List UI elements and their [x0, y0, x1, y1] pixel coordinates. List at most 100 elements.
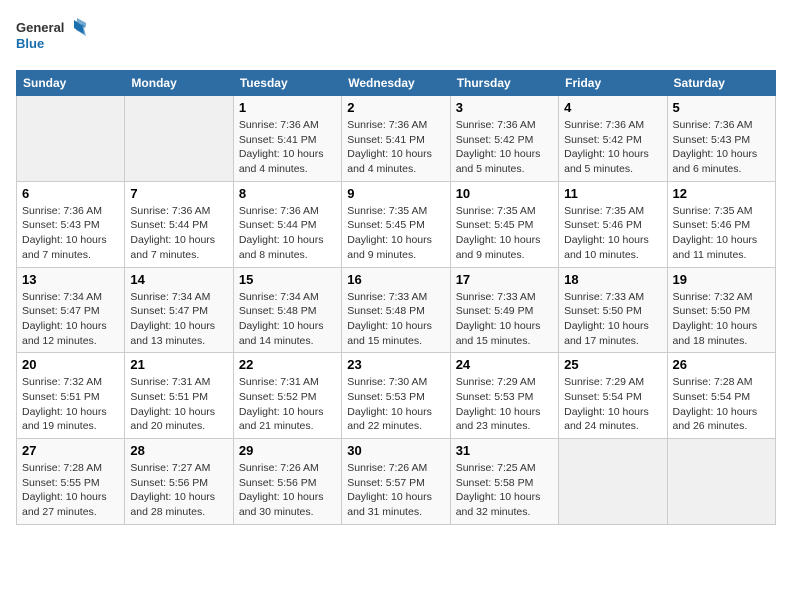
- sunrise-text: Sunrise: 7:29 AM: [564, 375, 661, 390]
- calendar-cell: 23 Sunrise: 7:30 AM Sunset: 5:53 PM Dayl…: [342, 353, 450, 439]
- day-number: 28: [130, 443, 227, 458]
- calendar-cell: 2 Sunrise: 7:36 AM Sunset: 5:41 PM Dayli…: [342, 96, 450, 182]
- day-number: 23: [347, 357, 444, 372]
- day-info: Sunrise: 7:32 AM Sunset: 5:51 PM Dayligh…: [22, 375, 119, 434]
- sunset-text: Sunset: 5:42 PM: [456, 133, 553, 148]
- svg-text:Blue: Blue: [16, 36, 44, 51]
- day-info: Sunrise: 7:34 AM Sunset: 5:47 PM Dayligh…: [130, 290, 227, 349]
- weekday-header-tuesday: Tuesday: [233, 71, 341, 96]
- day-info: Sunrise: 7:33 AM Sunset: 5:50 PM Dayligh…: [564, 290, 661, 349]
- calendar-cell: 27 Sunrise: 7:28 AM Sunset: 5:55 PM Dayl…: [17, 439, 125, 525]
- day-info: Sunrise: 7:36 AM Sunset: 5:43 PM Dayligh…: [22, 204, 119, 263]
- calendar-cell: 14 Sunrise: 7:34 AM Sunset: 5:47 PM Dayl…: [125, 267, 233, 353]
- day-info: Sunrise: 7:36 AM Sunset: 5:41 PM Dayligh…: [347, 118, 444, 177]
- calendar-cell: 24 Sunrise: 7:29 AM Sunset: 5:53 PM Dayl…: [450, 353, 558, 439]
- sunset-text: Sunset: 5:53 PM: [347, 390, 444, 405]
- day-number: 25: [564, 357, 661, 372]
- weekday-header-thursday: Thursday: [450, 71, 558, 96]
- sunset-text: Sunset: 5:45 PM: [347, 218, 444, 233]
- day-number: 1: [239, 100, 336, 115]
- calendar-cell: [125, 96, 233, 182]
- daylight-text: Daylight: 10 hours and 12 minutes.: [22, 319, 119, 348]
- calendar-cell: 11 Sunrise: 7:35 AM Sunset: 5:46 PM Dayl…: [559, 181, 667, 267]
- day-info: Sunrise: 7:26 AM Sunset: 5:56 PM Dayligh…: [239, 461, 336, 520]
- daylight-text: Daylight: 10 hours and 22 minutes.: [347, 405, 444, 434]
- calendar-table: SundayMondayTuesdayWednesdayThursdayFrid…: [16, 70, 776, 525]
- sunrise-text: Sunrise: 7:32 AM: [22, 375, 119, 390]
- daylight-text: Daylight: 10 hours and 20 minutes.: [130, 405, 227, 434]
- sunrise-text: Sunrise: 7:30 AM: [347, 375, 444, 390]
- calendar-cell: 1 Sunrise: 7:36 AM Sunset: 5:41 PM Dayli…: [233, 96, 341, 182]
- sunset-text: Sunset: 5:41 PM: [347, 133, 444, 148]
- day-number: 13: [22, 272, 119, 287]
- calendar-header: SundayMondayTuesdayWednesdayThursdayFrid…: [17, 71, 776, 96]
- day-info: Sunrise: 7:33 AM Sunset: 5:48 PM Dayligh…: [347, 290, 444, 349]
- calendar-cell: 12 Sunrise: 7:35 AM Sunset: 5:46 PM Dayl…: [667, 181, 775, 267]
- day-number: 12: [673, 186, 770, 201]
- calendar-cell: 15 Sunrise: 7:34 AM Sunset: 5:48 PM Dayl…: [233, 267, 341, 353]
- sunrise-text: Sunrise: 7:31 AM: [239, 375, 336, 390]
- weekday-header-saturday: Saturday: [667, 71, 775, 96]
- sunrise-text: Sunrise: 7:26 AM: [347, 461, 444, 476]
- calendar-cell: 25 Sunrise: 7:29 AM Sunset: 5:54 PM Dayl…: [559, 353, 667, 439]
- daylight-text: Daylight: 10 hours and 17 minutes.: [564, 319, 661, 348]
- sunset-text: Sunset: 5:52 PM: [239, 390, 336, 405]
- day-number: 8: [239, 186, 336, 201]
- sunrise-text: Sunrise: 7:36 AM: [456, 118, 553, 133]
- day-number: 30: [347, 443, 444, 458]
- daylight-text: Daylight: 10 hours and 15 minutes.: [456, 319, 553, 348]
- day-info: Sunrise: 7:31 AM Sunset: 5:52 PM Dayligh…: [239, 375, 336, 434]
- day-number: 9: [347, 186, 444, 201]
- sunrise-text: Sunrise: 7:36 AM: [130, 204, 227, 219]
- day-number: 15: [239, 272, 336, 287]
- sunset-text: Sunset: 5:54 PM: [564, 390, 661, 405]
- calendar-cell: 9 Sunrise: 7:35 AM Sunset: 5:45 PM Dayli…: [342, 181, 450, 267]
- daylight-text: Daylight: 10 hours and 14 minutes.: [239, 319, 336, 348]
- sunrise-text: Sunrise: 7:25 AM: [456, 461, 553, 476]
- day-number: 24: [456, 357, 553, 372]
- sunrise-text: Sunrise: 7:33 AM: [456, 290, 553, 305]
- calendar-cell: 28 Sunrise: 7:27 AM Sunset: 5:56 PM Dayl…: [125, 439, 233, 525]
- calendar-body: 1 Sunrise: 7:36 AM Sunset: 5:41 PM Dayli…: [17, 96, 776, 525]
- calendar-cell: 29 Sunrise: 7:26 AM Sunset: 5:56 PM Dayl…: [233, 439, 341, 525]
- calendar-cell: 4 Sunrise: 7:36 AM Sunset: 5:42 PM Dayli…: [559, 96, 667, 182]
- daylight-text: Daylight: 10 hours and 23 minutes.: [456, 405, 553, 434]
- calendar-cell: 8 Sunrise: 7:36 AM Sunset: 5:44 PM Dayli…: [233, 181, 341, 267]
- calendar-week-1: 1 Sunrise: 7:36 AM Sunset: 5:41 PM Dayli…: [17, 96, 776, 182]
- day-info: Sunrise: 7:35 AM Sunset: 5:46 PM Dayligh…: [564, 204, 661, 263]
- sunset-text: Sunset: 5:48 PM: [239, 304, 336, 319]
- day-number: 18: [564, 272, 661, 287]
- day-number: 17: [456, 272, 553, 287]
- calendar-cell: 21 Sunrise: 7:31 AM Sunset: 5:51 PM Dayl…: [125, 353, 233, 439]
- daylight-text: Daylight: 10 hours and 27 minutes.: [22, 490, 119, 519]
- day-info: Sunrise: 7:31 AM Sunset: 5:51 PM Dayligh…: [130, 375, 227, 434]
- sunset-text: Sunset: 5:47 PM: [22, 304, 119, 319]
- sunrise-text: Sunrise: 7:34 AM: [22, 290, 119, 305]
- day-info: Sunrise: 7:32 AM Sunset: 5:50 PM Dayligh…: [673, 290, 770, 349]
- sunset-text: Sunset: 5:42 PM: [564, 133, 661, 148]
- calendar-cell: 13 Sunrise: 7:34 AM Sunset: 5:47 PM Dayl…: [17, 267, 125, 353]
- weekday-header-wednesday: Wednesday: [342, 71, 450, 96]
- daylight-text: Daylight: 10 hours and 11 minutes.: [673, 233, 770, 262]
- day-info: Sunrise: 7:36 AM Sunset: 5:41 PM Dayligh…: [239, 118, 336, 177]
- day-info: Sunrise: 7:36 AM Sunset: 5:44 PM Dayligh…: [130, 204, 227, 263]
- daylight-text: Daylight: 10 hours and 18 minutes.: [673, 319, 770, 348]
- sunset-text: Sunset: 5:50 PM: [564, 304, 661, 319]
- calendar-week-3: 13 Sunrise: 7:34 AM Sunset: 5:47 PM Dayl…: [17, 267, 776, 353]
- sunset-text: Sunset: 5:58 PM: [456, 476, 553, 491]
- sunrise-text: Sunrise: 7:34 AM: [239, 290, 336, 305]
- daylight-text: Daylight: 10 hours and 30 minutes.: [239, 490, 336, 519]
- calendar-cell: 31 Sunrise: 7:25 AM Sunset: 5:58 PM Dayl…: [450, 439, 558, 525]
- sunrise-text: Sunrise: 7:28 AM: [673, 375, 770, 390]
- sunrise-text: Sunrise: 7:28 AM: [22, 461, 119, 476]
- day-number: 11: [564, 186, 661, 201]
- calendar-cell: 19 Sunrise: 7:32 AM Sunset: 5:50 PM Dayl…: [667, 267, 775, 353]
- sunset-text: Sunset: 5:44 PM: [239, 218, 336, 233]
- calendar-cell: 20 Sunrise: 7:32 AM Sunset: 5:51 PM Dayl…: [17, 353, 125, 439]
- sunset-text: Sunset: 5:49 PM: [456, 304, 553, 319]
- day-info: Sunrise: 7:35 AM Sunset: 5:45 PM Dayligh…: [456, 204, 553, 263]
- weekday-header-sunday: Sunday: [17, 71, 125, 96]
- daylight-text: Daylight: 10 hours and 10 minutes.: [564, 233, 661, 262]
- day-number: 14: [130, 272, 227, 287]
- weekday-header-monday: Monday: [125, 71, 233, 96]
